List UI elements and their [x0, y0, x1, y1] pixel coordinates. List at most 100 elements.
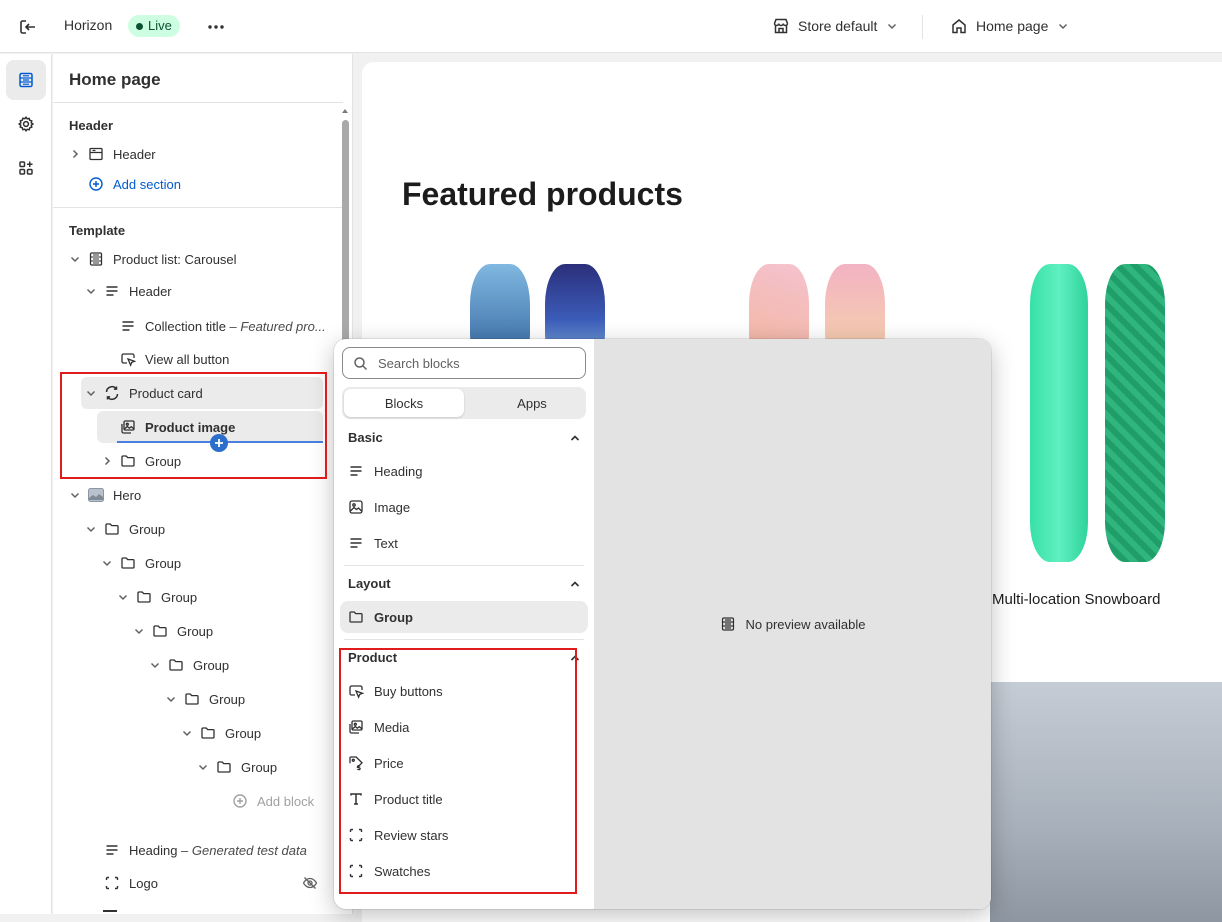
- text-align-icon: [119, 317, 137, 335]
- chevron-down-icon[interactable]: [83, 521, 99, 537]
- annotation-highlight-box: [339, 648, 577, 894]
- sidebar: Home page Header Header Add section Temp…: [53, 54, 353, 914]
- folder-icon: [103, 520, 121, 538]
- add-section-button[interactable]: Add section: [87, 169, 181, 199]
- divider: [344, 565, 584, 566]
- header-section-icon: [87, 145, 105, 163]
- block-option-text[interactable]: Text: [340, 527, 588, 559]
- folder-icon: [135, 588, 153, 606]
- block-logo[interactable]: Logo: [103, 868, 333, 898]
- block-group[interactable]: Group: [99, 548, 181, 578]
- tab-apps[interactable]: Apps: [472, 389, 592, 417]
- tab-blocks[interactable]: Blocks: [344, 389, 464, 417]
- block-group[interactable]: Group: [195, 752, 277, 782]
- block-group[interactable]: Group: [131, 616, 213, 646]
- block-option-group[interactable]: Group: [340, 601, 588, 633]
- chevron-down-icon[interactable]: [131, 623, 147, 639]
- block-group[interactable]: Group: [83, 514, 165, 544]
- store-icon: [772, 17, 790, 35]
- status-dot-icon: [136, 22, 143, 30]
- block-heading[interactable]: Heading – Generated test data: [103, 835, 333, 865]
- text-align-icon: [348, 463, 364, 479]
- chevron-down-icon[interactable]: [67, 487, 83, 503]
- preview-layout-icon: [720, 616, 736, 632]
- block-collection-title[interactable]: Collection title – Featured pro...: [119, 311, 329, 341]
- block-preview-pane: No preview available: [594, 339, 991, 909]
- block-option-heading[interactable]: Heading: [340, 455, 588, 487]
- divider: [344, 639, 584, 640]
- chevron-up-icon[interactable]: [568, 577, 582, 591]
- icon-rail: [0, 54, 52, 914]
- top-bar: Horizon Live Store default Home page: [0, 0, 1222, 53]
- divider: [53, 207, 343, 208]
- section-header[interactable]: Header: [67, 139, 327, 169]
- folder-icon: [215, 758, 233, 776]
- list-item-cutoff: [103, 906, 323, 912]
- search-placeholder: Search blocks: [378, 355, 460, 371]
- sections-icon[interactable]: [6, 60, 46, 100]
- category-basic[interactable]: Basic: [348, 430, 383, 445]
- eye-hidden-icon[interactable]: [302, 875, 318, 891]
- chevron-down-icon[interactable]: [147, 657, 163, 673]
- exit-icon[interactable]: [17, 16, 39, 38]
- chevron-up-icon[interactable]: [568, 431, 582, 445]
- section-hero[interactable]: Hero: [67, 480, 327, 510]
- placeholder-block-icon: [103, 874, 121, 892]
- product-title[interactable]: Multi-location Snowboard: [992, 591, 1160, 608]
- page-selector[interactable]: Home page: [950, 14, 1070, 38]
- folder-icon: [199, 724, 217, 742]
- add-circle-icon: [231, 792, 249, 810]
- divider: [922, 15, 923, 39]
- page-selector-label: Home page: [976, 18, 1049, 34]
- store-selector-label: Store default: [798, 18, 878, 34]
- product-list-icon: [87, 250, 105, 268]
- text-align-icon: [103, 282, 121, 300]
- theme-name: Horizon: [64, 17, 113, 33]
- block-group[interactable]: Group: [179, 718, 261, 748]
- chevron-down-icon[interactable]: [195, 759, 211, 775]
- chevron-down-icon[interactable]: [115, 589, 131, 605]
- folder-icon: [183, 690, 201, 708]
- text-align-icon: [103, 841, 121, 859]
- chevron-down-icon: [1056, 19, 1070, 33]
- block-group[interactable]: Group: [115, 582, 197, 612]
- picker-tabs: Blocks Apps: [342, 387, 586, 419]
- hero-image: [990, 682, 1222, 922]
- scrollbar-thumb[interactable]: [342, 120, 349, 350]
- home-icon: [950, 17, 968, 35]
- search-icon: [353, 356, 368, 371]
- section-product-list[interactable]: Product list: Carousel: [67, 244, 327, 274]
- chevron-down-icon[interactable]: [83, 283, 99, 299]
- cursor-button-icon: [119, 350, 137, 368]
- folder-icon: [167, 656, 185, 674]
- add-block-button[interactable]: Add block: [231, 786, 314, 816]
- block-group[interactable]: Group: [163, 684, 245, 714]
- divider: [53, 102, 343, 103]
- chevron-down-icon: [885, 19, 899, 33]
- search-input[interactable]: Search blocks: [342, 347, 586, 379]
- annotation-highlight-box: [60, 372, 327, 479]
- chevron-down-icon[interactable]: [163, 691, 179, 707]
- block-view-all-button[interactable]: View all button: [119, 344, 329, 374]
- chevron-down-icon[interactable]: [99, 555, 115, 571]
- folder-icon: [348, 609, 364, 625]
- page-title: Home page: [69, 70, 161, 89]
- block-group[interactable]: Group: [147, 650, 229, 680]
- folder-icon: [119, 554, 137, 572]
- settings-gear-icon[interactable]: [6, 104, 46, 144]
- more-actions-icon[interactable]: [203, 16, 229, 38]
- category-layout[interactable]: Layout: [348, 576, 391, 591]
- block-header[interactable]: Header: [83, 276, 327, 306]
- block-option-image[interactable]: Image: [340, 491, 588, 523]
- store-selector[interactable]: Store default: [772, 14, 899, 38]
- chevron-down-icon[interactable]: [67, 251, 83, 267]
- hero-thumbnail-icon: [87, 486, 105, 504]
- chevron-down-icon[interactable]: [179, 725, 195, 741]
- status-badge: Live: [128, 15, 180, 37]
- chevron-right-icon[interactable]: [67, 146, 83, 162]
- product-image: [1030, 264, 1088, 562]
- template-label: Template: [69, 223, 126, 238]
- apps-icon[interactable]: [6, 148, 46, 188]
- text-align-icon: [348, 535, 364, 551]
- add-circle-icon: [87, 175, 105, 193]
